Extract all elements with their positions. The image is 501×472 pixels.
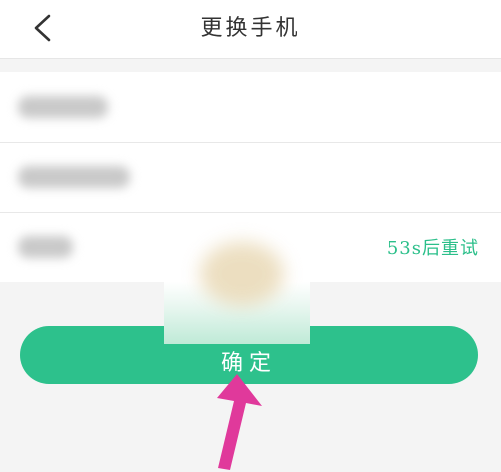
resend-code-button[interactable]: 53s后重试 [387,212,479,282]
arrow-up-icon [217,374,262,470]
blurred-text [18,236,73,258]
header-bar: 更换手机 [0,0,501,59]
obscuring-overlay [164,214,310,344]
blurred-text [18,166,130,188]
blurred-text [18,96,108,118]
form-row-new-phone [0,142,501,213]
form-row-phone [0,72,501,143]
page-title: 更换手机 [200,16,301,41]
blurred-blob [200,242,284,306]
